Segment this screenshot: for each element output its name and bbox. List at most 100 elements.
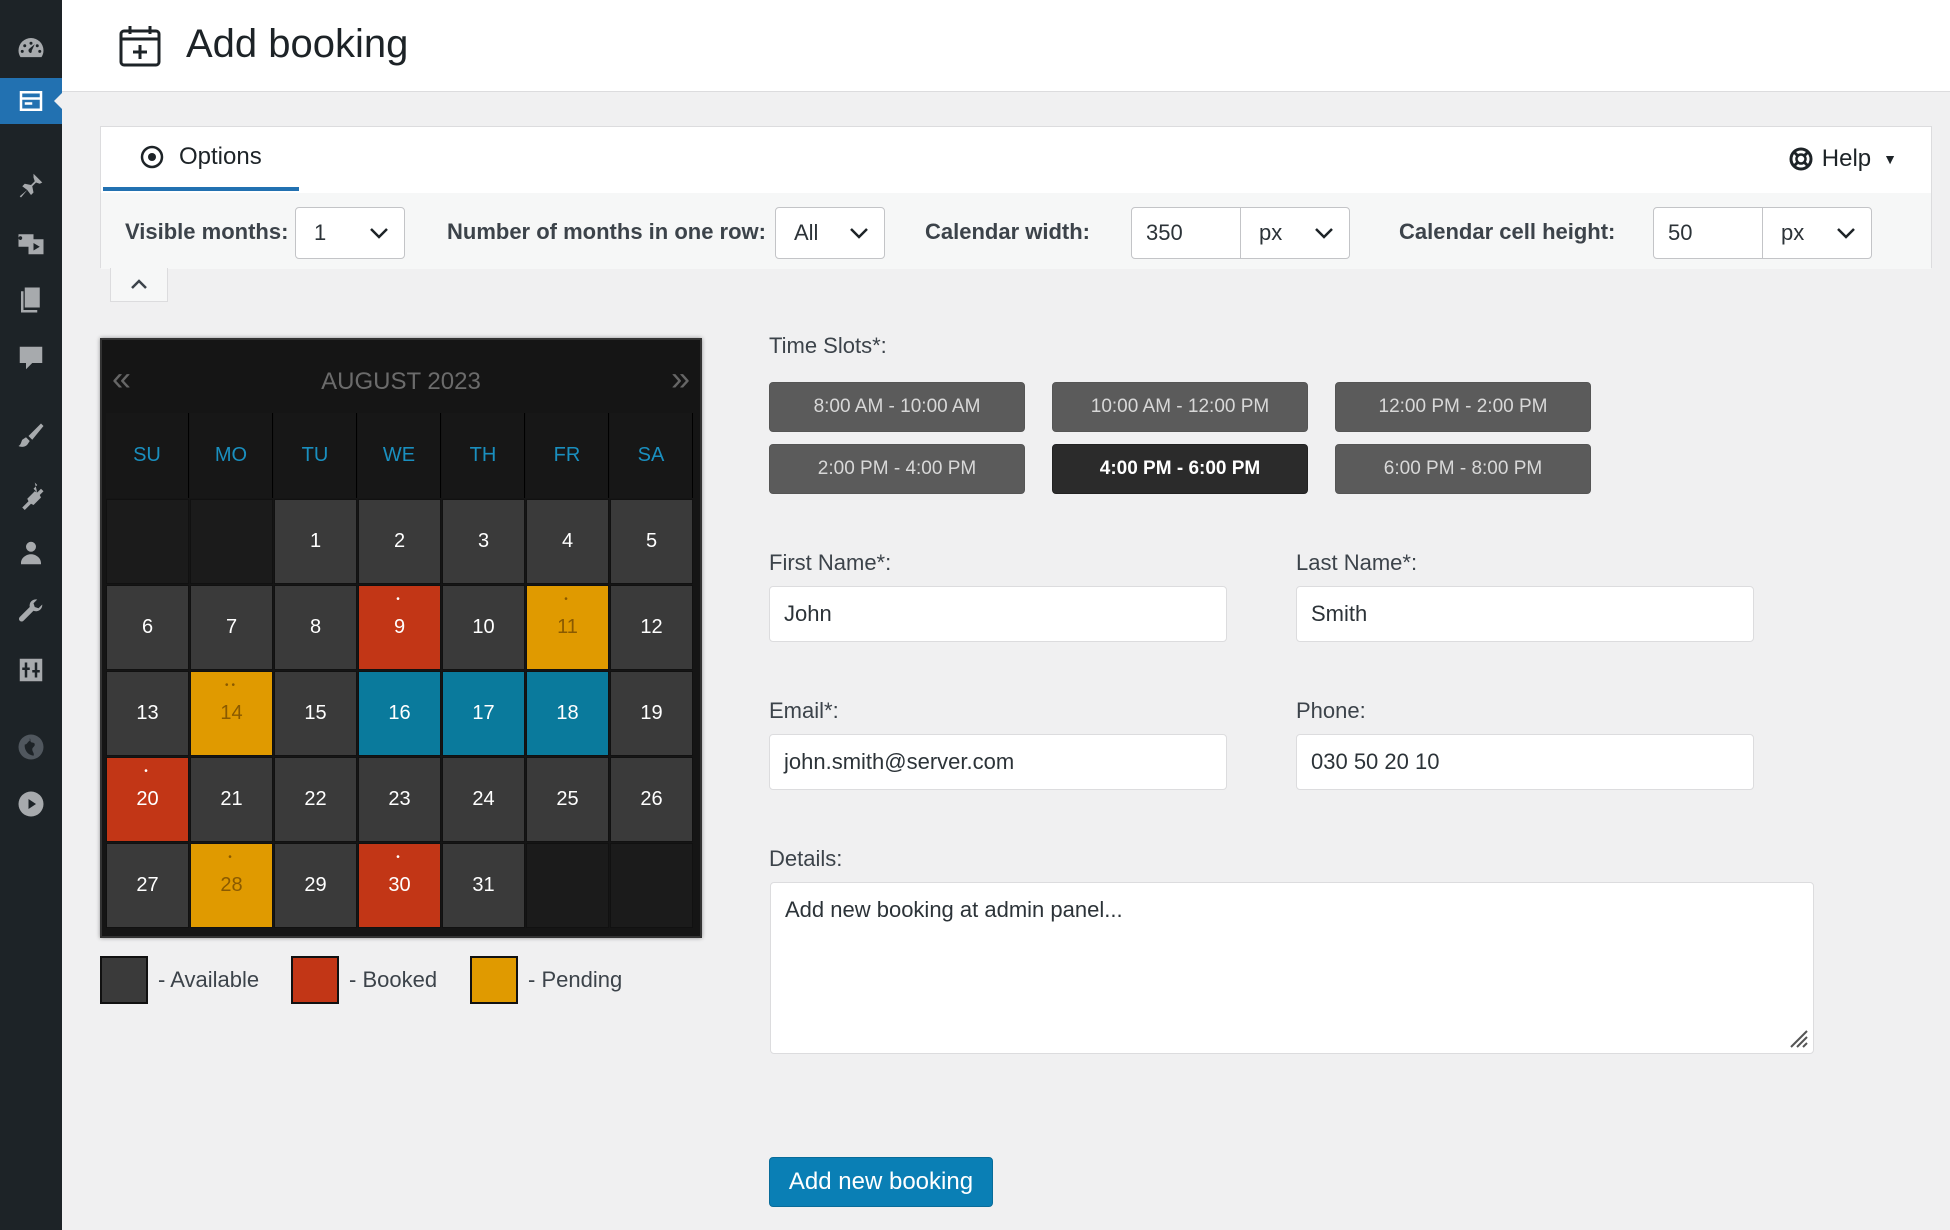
comments-icon[interactable] [0,335,62,381]
calendar-day[interactable]: 5 [610,499,693,584]
time-slot-button[interactable]: 12:00 PM - 2:00 PM [1335,382,1591,432]
chevron-down-icon [370,228,388,239]
pin-icon[interactable] [0,162,62,208]
first-name-field[interactable]: John [769,586,1227,642]
calendar-day[interactable]: •• 14 [190,671,273,756]
last-name-field[interactable]: Smith [1296,586,1754,642]
phone-field[interactable]: 030 50 20 10 [1296,734,1754,790]
appearance-icon[interactable] [0,413,62,459]
calendar-day[interactable]: • 9 [358,585,441,670]
details-label: Details: [769,846,843,871]
calendar-day-number: 17 [472,702,495,724]
time-slot-button-selected[interactable]: 4:00 PM - 6:00 PM [1052,444,1308,494]
cell-height-input[interactable]: 50 [1653,207,1763,259]
calendar-day[interactable]: 4 [526,499,609,584]
media-icon[interactable] [0,220,62,266]
calendar-day[interactable]: 17 [442,671,525,756]
calendar-day[interactable]: 31 [442,843,525,928]
booking-indicator: • [396,852,403,863]
calendar-day[interactable]: 29 [274,843,357,928]
calendar-day-number: 28 [220,874,243,896]
plugins-icon[interactable] [0,472,62,518]
calendar-day-number: 4 [561,530,574,552]
calendar-day[interactable]: 27 [106,843,189,928]
weekday-header: SA [610,413,693,498]
booking-indicator: • [396,594,403,605]
calendar-day[interactable]: 10 [442,585,525,670]
calendar-day[interactable]: 8 [274,585,357,670]
calendar-day[interactable]: 25 [526,757,609,842]
resize-grip-icon[interactable] [1787,1027,1809,1049]
phone-value: 030 50 20 10 [1311,749,1440,774]
calendar-day[interactable]: 24 [442,757,525,842]
globe-icon[interactable] [0,724,62,770]
caret-down-icon: ▼ [1883,151,1897,167]
cell-height-unit-select[interactable]: px [1762,207,1872,259]
time-slot-button[interactable]: 6:00 PM - 8:00 PM [1335,444,1591,494]
tab-options[interactable]: Options [103,127,299,191]
time-slot-button[interactable]: 2:00 PM - 4:00 PM [769,444,1025,494]
calendar-day[interactable]: 2 [358,499,441,584]
calendar-day[interactable]: 19 [610,671,693,756]
calendar-day-number: 24 [472,788,495,810]
calendar-day[interactable]: 23 [358,757,441,842]
page-header: Add booking [62,0,1950,92]
calendar-day-number: 22 [304,788,327,810]
users-icon[interactable] [0,530,62,576]
calendar-day[interactable]: 15 [274,671,357,756]
calendar-day[interactable]: 7 [190,585,273,670]
calendar-width-input[interactable]: 350 [1131,207,1241,259]
calendar-day[interactable]: 16 [358,671,441,756]
play-icon[interactable] [0,781,62,827]
calendar-day[interactable]: 18 [526,671,609,756]
time-slot-button[interactable]: 10:00 AM - 12:00 PM [1052,382,1308,432]
pages-icon[interactable] [0,277,62,323]
legend-pending: - Pending [470,956,622,1004]
calendar-day[interactable]: 26 [610,757,693,842]
email-label: Email*: [769,698,839,723]
legend-booked: - Booked [291,956,437,1004]
visible-months-select[interactable]: 1 [295,207,405,259]
booking-indicator: • [228,852,235,863]
calendar-day-number: 5 [645,530,658,552]
calendar-day[interactable]: • 30 [358,843,441,928]
time-slot-button[interactable]: 8:00 AM - 10:00 AM [769,382,1025,432]
visible-months-value: 1 [314,220,327,245]
calendar-day[interactable]: 1 [274,499,357,584]
calendar-add-icon [119,26,161,67]
calendar-day[interactable]: • 11 [526,585,609,670]
calendar-day[interactable]: • 20 [106,757,189,842]
calendar-day-number: 8 [309,616,322,638]
calendar-day[interactable]: 13 [106,671,189,756]
tab-options-label: Options [179,143,262,170]
calendar-day[interactable]: 3 [442,499,525,584]
help-dropdown[interactable]: Help ▼ [1788,145,1897,173]
chevron-down-icon [1837,228,1855,239]
months-in-row-select[interactable]: All [775,207,885,259]
collapse-options-button[interactable] [110,268,168,302]
tools-icon[interactable] [0,589,62,635]
page-title: Add booking [186,22,409,66]
email-field[interactable]: john.smith@server.com [769,734,1227,790]
add-new-booking-button[interactable]: Add new booking [769,1157,993,1207]
first-name-value: John [784,601,832,626]
calendar-width-unit-select[interactable]: px [1240,207,1350,259]
legend-pending-label: - Pending [528,967,623,992]
dashboard-icon[interactable] [0,25,62,71]
admin-sidebar [0,0,62,1230]
bookings-icon[interactable] [0,78,62,124]
chevron-down-icon [1315,228,1333,239]
calendar-width-label: Calendar width: [925,219,1091,244]
options-panel: Options Help ▼ Visible months: 1 Number … [100,126,1932,269]
next-month-button[interactable]: » [671,360,690,399]
details-textarea[interactable]: Add new booking at admin panel... [770,882,1814,1054]
calendar-day[interactable]: • 28 [190,843,273,928]
calendar-day[interactable]: 22 [274,757,357,842]
settings-icon[interactable] [0,647,62,693]
months-in-row-value: All [794,220,819,245]
calendar-day[interactable]: 6 [106,585,189,670]
calendar-day[interactable]: 21 [190,757,273,842]
calendar-day[interactable]: 12 [610,585,693,670]
visible-months-label: Visible months: [125,219,289,244]
help-label: Help [1821,145,1872,172]
